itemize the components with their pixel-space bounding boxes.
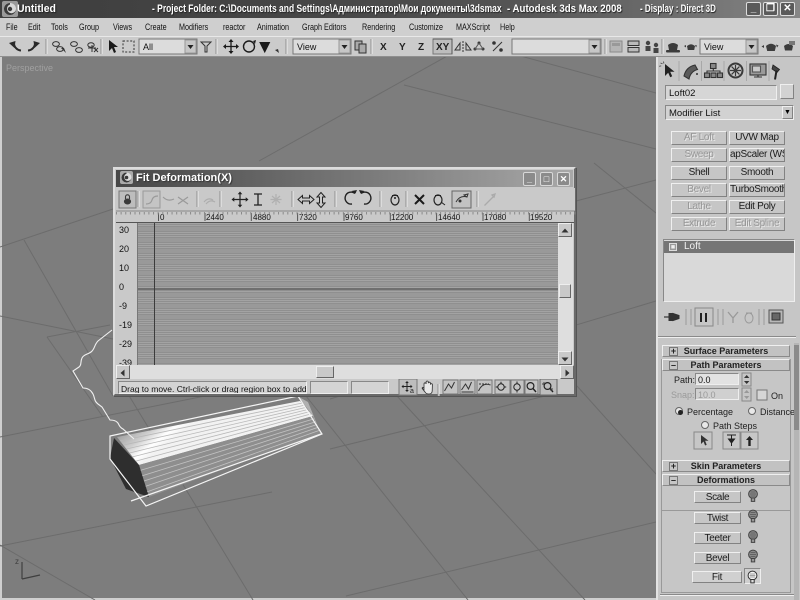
- svg-text:All: All: [143, 42, 153, 52]
- svg-text:XY: XY: [436, 42, 450, 53]
- svg-text:X: X: [380, 42, 387, 53]
- svg-text:a: a: [410, 388, 414, 395]
- svg-text:Y: Y: [399, 42, 406, 53]
- svg-text:View: View: [704, 42, 724, 52]
- svg-text:Perspective: Perspective: [6, 63, 53, 73]
- svg-text:z: z: [15, 557, 19, 566]
- svg-text:View: View: [297, 42, 317, 52]
- svg-text:Z: Z: [418, 42, 424, 53]
